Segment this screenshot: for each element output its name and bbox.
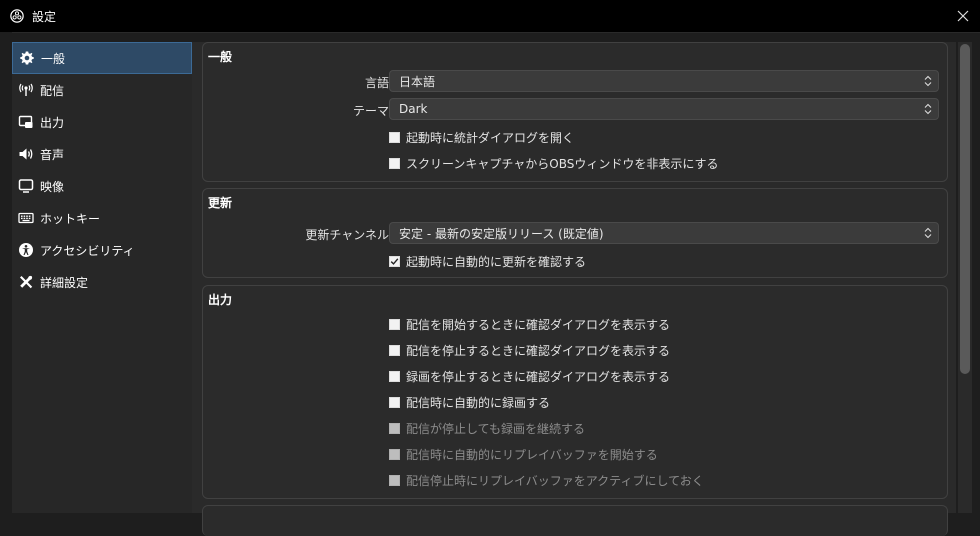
hide-obs-from-capture-checkbox[interactable]: スクリーンキャプチャからOBSウィンドウを非表示にする xyxy=(389,155,719,172)
keyboard-icon xyxy=(18,212,34,224)
updown-arrow-icon xyxy=(918,99,938,119)
updown-arrow-icon xyxy=(918,71,938,91)
update-channel-select[interactable]: 安定 - 最新の安定版リリース (既定値) xyxy=(389,222,939,244)
monitor-icon xyxy=(18,179,34,193)
sidebar-item-label: 配信 xyxy=(40,83,65,98)
checkbox-label: 配信を停止するときに確認ダイアログを表示する xyxy=(406,344,671,358)
checkbox-label: スクリーンキャプチャからOBSウィンドウを非表示にする xyxy=(406,157,719,171)
settings-sidebar: 一般 配信 出力 音声 映像 ホットキー アクセシビリティ 詳細設定 xyxy=(12,42,192,513)
auto-check-updates-checkbox[interactable]: 起動時に自動的に更新を確認する xyxy=(389,253,586,270)
checkbox-box xyxy=(389,132,400,143)
checkmark-icon xyxy=(390,258,399,265)
sidebar-item-label: 詳細設定 xyxy=(40,275,89,290)
sidebar-item-label: 出力 xyxy=(40,115,65,130)
sidebar-item-general[interactable]: 一般 xyxy=(12,42,192,74)
obs-logo-icon xyxy=(10,9,24,23)
sidebar-item-video[interactable]: 映像 xyxy=(12,170,192,202)
tools-icon xyxy=(20,275,33,289)
sidebar-item-stream[interactable]: 配信 xyxy=(12,74,192,106)
group-title: 一般 xyxy=(208,50,233,64)
close-button[interactable] xyxy=(946,0,980,32)
language-select[interactable]: 日本語 xyxy=(389,70,939,92)
updown-arrow-icon xyxy=(918,223,938,243)
broadcast-icon xyxy=(19,83,33,96)
checkbox-box xyxy=(389,345,400,356)
sidebar-item-label: 音声 xyxy=(40,147,65,162)
window-edge xyxy=(0,32,12,513)
checkbox-box xyxy=(389,423,400,434)
checkbox-box xyxy=(389,158,400,169)
sidebar-item-advanced[interactable]: 詳細設定 xyxy=(12,266,192,298)
checkbox-label: 配信停止時にリプレイバッファをアクティブにしておく xyxy=(406,474,704,488)
sidebar-item-label: アクセシビリティ xyxy=(40,243,135,258)
next-group xyxy=(202,505,948,536)
theme-select[interactable]: Dark xyxy=(389,98,939,120)
theme-value: Dark xyxy=(399,102,428,116)
close-icon xyxy=(957,10,969,22)
checkbox-label: 配信を開始するときに確認ダイアログを表示する xyxy=(406,318,671,332)
sidebar-item-audio[interactable]: 音声 xyxy=(12,138,192,170)
checkbox-label: 録画を停止するときに確認ダイアログを表示する xyxy=(406,370,671,384)
open-stats-on-startup-checkbox[interactable]: 起動時に統計ダイアログを開く xyxy=(389,129,574,146)
keep-recording-checkbox: 配信が停止しても録画を継続する xyxy=(389,420,585,437)
keep-replay-buffer-checkbox: 配信停止時にリプレイバッファをアクティブにしておく xyxy=(389,472,704,489)
accessibility-icon xyxy=(19,243,33,257)
output-group: 出力 配信を開始するときに確認ダイアログを表示する 配信を停止するときに確認ダイ… xyxy=(202,285,948,499)
group-title: 出力 xyxy=(208,293,233,307)
sidebar-item-label: 映像 xyxy=(40,179,65,194)
scrollbar-thumb[interactable] xyxy=(960,44,970,374)
group-title: 更新 xyxy=(208,196,233,210)
sidebar-item-label: ホットキー xyxy=(40,211,101,226)
checkbox-label: 起動時に統計ダイアログを開く xyxy=(406,131,575,145)
sidebar-item-output[interactable]: 出力 xyxy=(12,106,192,138)
checkbox-label: 配信が停止しても録画を継続する xyxy=(406,422,586,436)
auto-replay-buffer-checkbox: 配信時に自動的にリプレイバッファを開始する xyxy=(389,446,658,463)
general-group: 一般 言語 日本語 テーマ Dark 起動時に統計ダイアログを開く スクリーンキ… xyxy=(202,42,948,182)
sidebar-item-label: 一般 xyxy=(41,51,66,66)
update-channel-value: 安定 - 最新の安定版リリース (既定値) xyxy=(399,226,604,241)
checkbox-box xyxy=(389,371,400,382)
auto-record-checkbox[interactable]: 配信時に自動的に録画する xyxy=(389,394,550,411)
checkbox-box xyxy=(389,475,400,486)
output-icon xyxy=(18,115,33,128)
confirm-start-stream-checkbox[interactable]: 配信を開始するときに確認ダイアログを表示する xyxy=(389,316,670,333)
settings-scrollbar[interactable] xyxy=(958,42,972,513)
update-group: 更新 更新チャンネル 安定 - 最新の安定版リリース (既定値) 起動時に自動的… xyxy=(202,188,948,278)
confirm-stop-stream-checkbox[interactable]: 配信を停止するときに確認ダイアログを表示する xyxy=(389,342,670,359)
settings-content: 一般 言語 日本語 テーマ Dark 起動時に統計ダイアログを開く スクリーンキ… xyxy=(192,42,956,536)
checkbox-label: 起動時に自動的に更新を確認する xyxy=(406,255,587,269)
update-channel-label: 更新チャンネル xyxy=(305,228,389,242)
checkbox-box xyxy=(389,256,400,267)
theme-label: テーマ xyxy=(352,104,389,118)
window-title: 設定 xyxy=(32,9,57,24)
speaker-icon xyxy=(19,148,33,160)
sidebar-item-accessibility[interactable]: アクセシビリティ xyxy=(12,234,192,266)
checkbox-box xyxy=(389,449,400,460)
checkbox-box xyxy=(389,319,400,330)
sidebar-item-hotkeys[interactable]: ホットキー xyxy=(12,202,192,234)
language-value: 日本語 xyxy=(399,74,436,89)
confirm-stop-record-checkbox[interactable]: 録画を停止するときに確認ダイアログを表示する xyxy=(389,368,670,385)
checkbox-label: 配信時に自動的にリプレイバッファを開始する xyxy=(406,448,658,462)
checkbox-label: 配信時に自動的に録画する xyxy=(406,396,551,410)
checkbox-box xyxy=(389,397,400,408)
language-label: 言語 xyxy=(364,76,389,90)
title-bar: 設定 xyxy=(0,0,980,33)
gear-icon xyxy=(20,51,34,65)
